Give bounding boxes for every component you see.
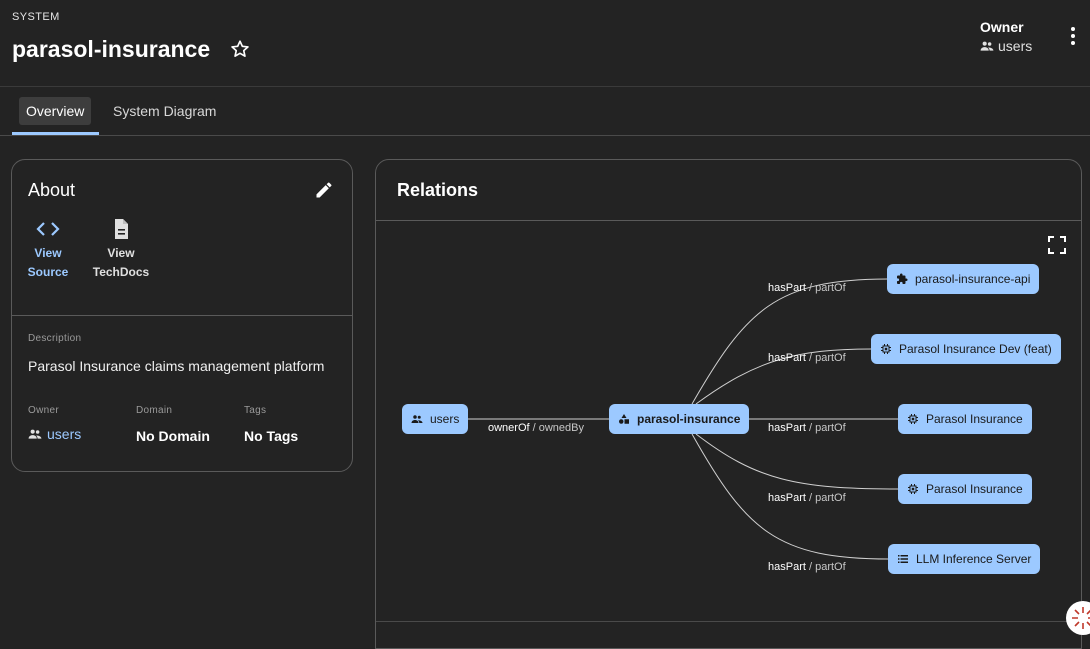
- edge-label-api-rel: hasPart: [768, 282, 806, 294]
- node-parasol-insurance-dev[interactable]: Parasol Insurance Dev (feat): [871, 334, 1061, 364]
- owner-label: Owner: [28, 405, 59, 416]
- node-parasol-insurance-2[interactable]: Parasol Insurance: [898, 474, 1032, 504]
- chip-icon: [908, 484, 918, 494]
- owner-link[interactable]: users: [28, 426, 81, 442]
- more-vert-icon[interactable]: [1062, 25, 1084, 47]
- edge-label-owner-rel: ownerOf: [488, 422, 530, 434]
- entity-header: SYSTEM parasol-insurance Owner users: [0, 0, 1090, 87]
- edge-label-prod2-rel: hasPart: [768, 492, 806, 504]
- entity-kind: SYSTEM: [12, 11, 60, 23]
- extension-icon: [897, 273, 908, 284]
- chip-icon: [881, 344, 891, 354]
- edge-label-prod1: hasPart / partOf: [768, 422, 846, 434]
- document-icon: [115, 219, 128, 239]
- edge-label-owner-inv: / ownedBy: [529, 422, 584, 434]
- edge-label-prod1-rel: hasPart: [768, 422, 806, 434]
- sparkle-icon: [1072, 607, 1090, 629]
- view-source-line2: Source: [27, 265, 69, 279]
- active-tab-indicator: [12, 132, 99, 135]
- group-icon: [411, 415, 423, 423]
- tab-bar: Overview System Diagram: [0, 88, 1090, 136]
- page-title: parasol-insurance: [12, 36, 211, 62]
- chip-icon: [908, 414, 918, 424]
- node-parasol-insurance[interactable]: parasol-insurance: [609, 404, 750, 434]
- view-techdocs-link[interactable]: View TechDocs: [90, 218, 152, 282]
- node-users-label: users: [430, 412, 460, 426]
- node-prod1-label: Parasol Insurance: [926, 412, 1023, 426]
- about-title: About: [28, 180, 76, 200]
- view-source-line1: View: [34, 246, 62, 260]
- category-icon: [619, 414, 629, 424]
- edge-label-dev-rel: hasPart: [768, 352, 806, 364]
- edge-label-prod2-inv: / partOf: [805, 492, 846, 504]
- group-icon: [980, 41, 994, 51]
- relations-card: Relations users parasol-insurance paraso…: [375, 159, 1082, 649]
- view-source-link[interactable]: View Source: [26, 218, 70, 282]
- node-llm-inference-server[interactable]: LLM Inference Server: [888, 544, 1041, 574]
- header-owner-text: users: [998, 38, 1033, 54]
- node-api-label: parasol-insurance-api: [915, 272, 1031, 286]
- domain-value: No Domain: [136, 428, 210, 444]
- edge-label-llm: hasPart / partOf: [768, 561, 846, 573]
- star-icon[interactable]: [229, 38, 251, 60]
- edge-label-api: hasPart / partOf: [768, 282, 846, 294]
- description-label: Description: [28, 333, 82, 344]
- edge-label-llm-rel: hasPart: [768, 561, 806, 573]
- header-owner: Owner users: [980, 19, 1032, 54]
- header-owner-value[interactable]: users: [980, 38, 1032, 54]
- owner-link-text: users: [47, 426, 82, 442]
- description-text: Parasol Insurance claims management plat…: [28, 358, 325, 374]
- view-techdocs-line2: TechDocs: [92, 265, 150, 279]
- group-icon: [28, 429, 42, 439]
- edge-center-prod2: [695, 433, 900, 490]
- relations-footer-divider: [376, 621, 1081, 622]
- edge-label-prod2: hasPart / partOf: [768, 492, 846, 504]
- domain-label: Domain: [136, 405, 173, 416]
- node-users[interactable]: users: [402, 404, 469, 434]
- edit-icon[interactable]: [314, 180, 334, 200]
- about-divider: [12, 315, 352, 316]
- node-parasol-insurance-api[interactable]: parasol-insurance-api: [887, 264, 1040, 294]
- edge-label-owner: ownerOf / ownedBy: [488, 422, 584, 434]
- view-techdocs-line1: View: [107, 246, 135, 260]
- edge-label-dev-inv: / partOf: [805, 352, 846, 364]
- node-dev-label: Parasol Insurance Dev (feat): [899, 342, 1052, 356]
- edge-label-dev: hasPart / partOf: [768, 352, 846, 364]
- tags-value: No Tags: [244, 428, 299, 444]
- node-center-label: parasol-insurance: [637, 412, 741, 426]
- node-llm-label: LLM Inference Server: [916, 552, 1032, 566]
- list-icon: [898, 555, 908, 563]
- edge-label-api-inv: / partOf: [805, 282, 846, 294]
- code-icon: [36, 222, 60, 236]
- edge-center-api: [691, 278, 889, 405]
- assistant-logo-icon[interactable]: [1066, 601, 1090, 635]
- tab-system-diagram[interactable]: System Diagram: [106, 97, 223, 125]
- tags-label: Tags: [244, 405, 267, 416]
- edge-label-llm-inv: / partOf: [805, 561, 846, 573]
- tab-overview[interactable]: Overview: [19, 97, 92, 125]
- node-parasol-insurance-1[interactable]: Parasol Insurance: [898, 404, 1032, 434]
- about-card: About View Source View TechDocs Descript…: [11, 159, 353, 472]
- edge-label-prod1-inv: / partOf: [805, 422, 846, 434]
- node-prod2-label: Parasol Insurance: [926, 482, 1023, 496]
- header-owner-label: Owner: [980, 19, 1024, 35]
